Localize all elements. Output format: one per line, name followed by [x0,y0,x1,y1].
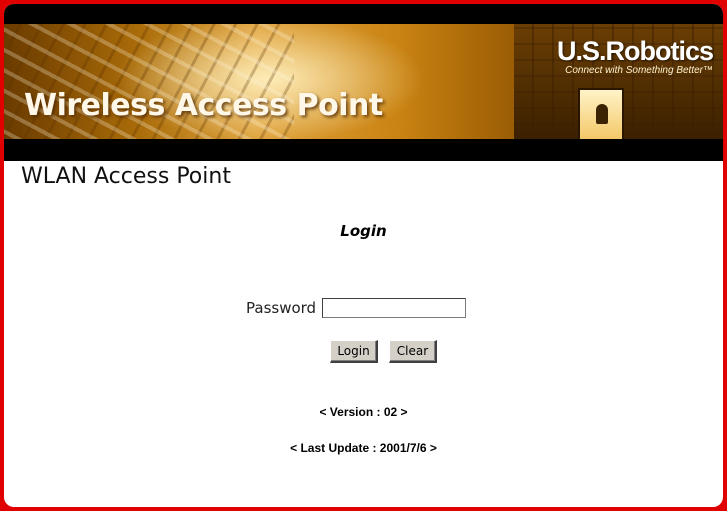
login-heading: Login [340,222,387,240]
banner-title: Wireless Access Point [24,88,383,123]
lit-window-image [578,88,624,139]
brand-logo: U.S.Robotics Connect with Something Bett… [556,36,714,76]
clear-button[interactable]: Clear [389,340,437,363]
page-frame: Wireless Access Point U.S.Robotics Conne… [4,4,723,507]
page-title: WLAN Access Point [21,164,231,189]
login-button[interactable]: Login [330,340,378,363]
header-banner: Wireless Access Point U.S.Robotics Conne… [4,24,723,139]
brand-name: U.S.Robotics [556,36,714,66]
version-text: < Version : 02 > [319,405,408,419]
top-bar [4,4,723,24]
password-row: Password [246,297,467,319]
last-update-text: < Last Update : 2001/7/6 > [290,441,437,455]
brand-tagline: Connect with Something Better™ [565,65,713,76]
person-silhouette [596,104,608,124]
password-input[interactable] [322,298,467,318]
password-label: Password [246,299,317,317]
banner-bottom-bar [4,139,723,161]
